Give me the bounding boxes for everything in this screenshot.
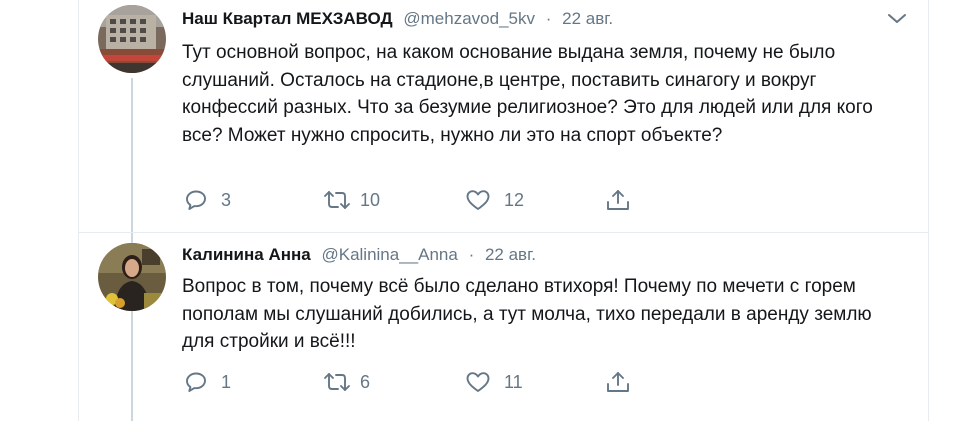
timeline-border-right <box>928 0 929 421</box>
like-button[interactable]: 11 <box>465 370 523 394</box>
separator-dot: · <box>468 245 475 264</box>
display-name[interactable]: Калинина Анна <box>182 245 311 264</box>
reply-button[interactable]: 3 <box>184 188 231 212</box>
avatar[interactable] <box>98 5 166 73</box>
like-count: 11 <box>504 371 523 392</box>
heart-icon <box>466 372 490 392</box>
share-icon <box>607 190 629 210</box>
like-button[interactable]: 12 <box>465 188 524 212</box>
reply-count: 3 <box>221 189 232 210</box>
building-photo-image <box>98 5 166 73</box>
tweet-date[interactable]: 22 авг. <box>562 9 613 28</box>
person-photo-image <box>98 243 166 311</box>
share-button[interactable] <box>605 370 631 394</box>
tweet-header: Калинина Анна @Kalinina__Anna · 22 авг. <box>182 244 536 266</box>
retweet-icon <box>324 373 350 391</box>
share-icon <box>607 372 629 392</box>
retweet-icon <box>324 191 350 209</box>
reply-button[interactable]: 1 <box>184 370 231 394</box>
thread-line <box>131 321 133 421</box>
tweet-text: Тут основной вопрос, на каком основание … <box>182 42 873 146</box>
tweet-date[interactable]: 22 авг. <box>485 245 536 264</box>
tweet-divider <box>79 232 928 233</box>
tweet-header: Наш Квартал МЕХЗАВОД @mehzavod_5kv · 22 … <box>182 8 613 30</box>
retweet-count: 6 <box>360 371 371 392</box>
timeline-border-left <box>78 0 79 421</box>
like-count: 12 <box>504 189 525 210</box>
display-name[interactable]: Наш Квартал МЕХЗАВОД <box>182 9 393 28</box>
reply-count: 1 <box>221 371 232 392</box>
chevron-down-icon[interactable] <box>886 12 908 26</box>
tweet-text: Вопрос в том, почему всё было сделано вт… <box>182 276 872 352</box>
share-button[interactable] <box>605 188 631 212</box>
separator-dot: · <box>545 9 552 28</box>
heart-icon <box>466 190 490 210</box>
user-handle[interactable]: @Kalinina__Anna <box>321 245 457 264</box>
avatar[interactable] <box>98 243 166 311</box>
user-handle[interactable]: @mehzavod_5kv <box>403 9 535 28</box>
reply-icon <box>186 372 206 392</box>
retweet-button[interactable]: 10 <box>322 188 380 212</box>
retweet-count: 10 <box>360 189 381 210</box>
reply-icon <box>186 190 206 210</box>
retweet-button[interactable]: 6 <box>322 370 370 394</box>
